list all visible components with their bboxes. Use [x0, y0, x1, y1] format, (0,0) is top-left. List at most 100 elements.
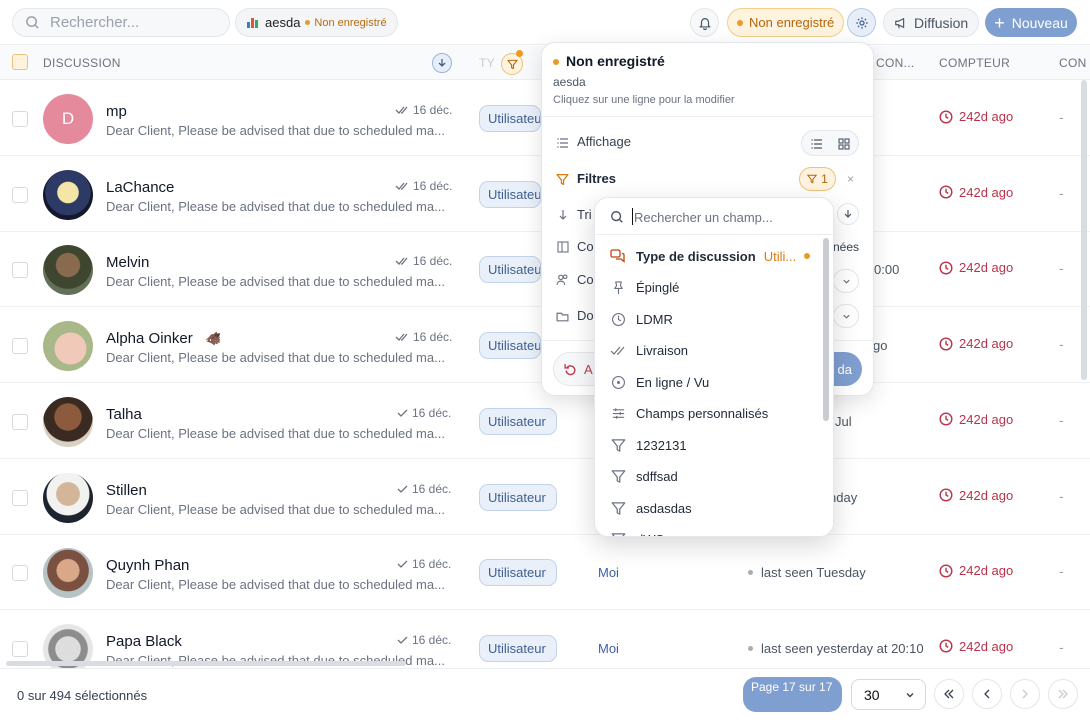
- filter-count-badge[interactable]: 1: [799, 167, 836, 191]
- presence-text: last seen Tuesday: [761, 565, 866, 581]
- list-view-icon[interactable]: [811, 138, 823, 150]
- clock-icon: [939, 639, 953, 653]
- prev-page-button[interactable]: [972, 679, 1002, 709]
- header-next[interactable]: CON: [1059, 56, 1087, 70]
- check-icon: [397, 409, 408, 417]
- filters-label[interactable]: Filtres: [577, 171, 616, 186]
- select-all-checkbox[interactable]: [12, 54, 28, 70]
- field-option[interactable]: Épinglé: [609, 274, 679, 302]
- view-chip-status: Non enregistré: [314, 16, 387, 29]
- avatar: [43, 169, 93, 220]
- clear-filters-icon[interactable]: ×: [847, 172, 854, 186]
- field-option-label: Champs personnalisés: [636, 406, 769, 421]
- clock-icon: [939, 337, 953, 351]
- type-badge-label: Utilisateur: [488, 186, 541, 202]
- last-page-button[interactable]: [1048, 679, 1078, 709]
- field-option[interactable]: Champs personnalisés: [609, 400, 768, 428]
- page-size-select[interactable]: 30: [851, 679, 926, 710]
- table-row[interactable]: Quynh Phan Dear Client, Please be advised…: [0, 535, 1090, 611]
- field-option[interactable]: Livraison: [609, 337, 688, 365]
- row-checkbox[interactable]: [12, 111, 28, 127]
- type-badge[interactable]: Utilisateur: [479, 407, 557, 435]
- field-option[interactable]: dWS: [609, 526, 664, 536]
- next-page-button[interactable]: [1010, 679, 1040, 709]
- message-date: 16 déc.: [397, 406, 451, 420]
- field-option[interactable]: En ligne / Vu: [609, 368, 709, 396]
- grid-view-icon[interactable]: [838, 138, 850, 150]
- type-badge[interactable]: Utilisateur: [479, 256, 541, 284]
- row-checkbox[interactable]: [12, 338, 28, 355]
- row-checkbox[interactable]: [12, 262, 28, 279]
- view-settings-button[interactable]: [847, 8, 876, 37]
- folder-select[interactable]: [833, 304, 859, 328]
- header-contact[interactable]: CON...: [876, 56, 914, 70]
- type-badge-label: Utilisateur: [488, 489, 546, 505]
- counter-text: 242d ago: [959, 487, 1014, 503]
- contact-name: Talha: [106, 405, 142, 423]
- sort-desc-button[interactable]: [432, 53, 452, 73]
- view-chip[interactable]: aesda Non enregistré: [235, 8, 398, 37]
- menu-scrollbar[interactable]: [823, 238, 829, 421]
- counter-value: 242d ago: [939, 639, 1013, 654]
- contacts-select[interactable]: [833, 269, 859, 293]
- field-option[interactable]: sdffsad: [609, 463, 678, 491]
- page-size-value: 30: [864, 686, 880, 703]
- divider: [542, 116, 873, 117]
- row-checkbox[interactable]: [12, 413, 28, 430]
- check-icon: [397, 485, 408, 493]
- date-text: 16 déc.: [412, 557, 452, 572]
- check-icon: [397, 636, 408, 644]
- filter-count: 1: [821, 172, 828, 186]
- header-counter[interactable]: COMPTEUR: [939, 56, 1010, 70]
- first-page-button[interactable]: [934, 679, 964, 709]
- sort-direction-button[interactable]: [837, 203, 859, 225]
- assignee[interactable]: Moi: [598, 565, 619, 580]
- type-badge[interactable]: Utilisateur: [479, 180, 541, 208]
- type-badge[interactable]: Utilisateur: [479, 105, 541, 132]
- presence-text: go: [873, 338, 888, 354]
- header-type[interactable]: TY: [479, 56, 495, 70]
- notifications-button[interactable]: [690, 8, 719, 37]
- search-icon: [611, 211, 623, 223]
- popover-view-name[interactable]: aesda: [553, 75, 586, 89]
- type-badge[interactable]: Utilisateur: [479, 483, 557, 511]
- funnel-icon: [609, 532, 627, 536]
- row-checkbox[interactable]: [12, 186, 28, 203]
- row-checkbox[interactable]: [12, 640, 28, 657]
- field-search-input[interactable]: Rechercher un champ...: [634, 210, 773, 225]
- table-scrollbar[interactable]: [1081, 80, 1087, 380]
- contact-name: Melvin: [106, 254, 150, 272]
- save-view-label: da: [837, 361, 852, 377]
- unsaved-badge[interactable]: Non enregistré: [727, 8, 845, 37]
- field-option[interactable]: 1232131: [609, 431, 687, 459]
- field-option-label: Type de discussion: [636, 248, 756, 264]
- contacts-label[interactable]: Co: [577, 272, 594, 287]
- row-checkbox[interactable]: [12, 489, 28, 506]
- broadcast-button[interactable]: Diffusion: [883, 8, 980, 37]
- type-badge[interactable]: Utilisateur: [479, 634, 557, 662]
- assignee[interactable]: Moi: [598, 641, 619, 656]
- horizontal-scrollbar[interactable]: [6, 661, 406, 666]
- display-toggle[interactable]: [801, 130, 859, 156]
- avatar: [43, 548, 93, 599]
- table-row[interactable]: Stillen Dear Client, Please be advised th…: [0, 460, 1090, 535]
- field-option[interactable]: Type de discussion Utili...: [609, 242, 811, 270]
- clock-icon: [939, 488, 953, 502]
- search-field[interactable]: Rechercher...: [12, 8, 230, 37]
- table-row[interactable]: Talha Dear Client, Please be advised that…: [0, 384, 1090, 459]
- extra-cell: -: [1059, 336, 1064, 353]
- message-preview: Dear Client, Please be advised that due …: [106, 577, 445, 593]
- columns-suffix: nées: [833, 240, 860, 254]
- bar-chart-icon: [247, 18, 258, 28]
- type-badge[interactable]: Utilisateur: [479, 559, 557, 587]
- header-discussion[interactable]: DISCUSSION: [43, 56, 121, 70]
- type-badge[interactable]: Utilisateur: [479, 332, 541, 360]
- new-button[interactable]: + Nouveau: [985, 8, 1077, 37]
- avatar: [43, 321, 93, 372]
- field-list: Type de discussion Utili... Épinglé LDMR Liv…: [595, 242, 821, 536]
- field-option[interactable]: asdasdas: [609, 494, 692, 522]
- row-checkbox[interactable]: [12, 565, 28, 582]
- field-option[interactable]: LDMR: [609, 305, 673, 333]
- sort-label[interactable]: Tri: [577, 207, 592, 222]
- extra-cell: -: [1059, 260, 1064, 277]
